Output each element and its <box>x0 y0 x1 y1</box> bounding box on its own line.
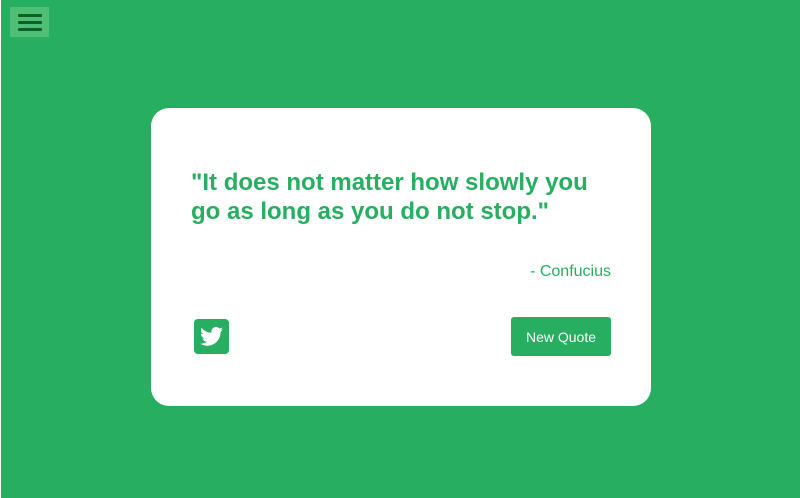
quote-text: "It does not matter how slowly you go as… <box>191 169 588 225</box>
hamburger-menu-icon-bar <box>18 28 42 31</box>
tweet-button[interactable] <box>194 319 229 354</box>
twitter-icon <box>200 327 223 346</box>
hamburger-menu-icon <box>18 14 42 17</box>
app-background: "It does not matter how slowly you go as… <box>1 0 800 498</box>
quote-author: - Confucius <box>530 263 611 280</box>
menu-button[interactable] <box>10 7 49 37</box>
quote-card: "It does not matter how slowly you go as… <box>151 108 651 406</box>
hamburger-menu-icon-bar <box>18 21 42 24</box>
new-quote-button[interactable]: New Quote <box>511 317 611 356</box>
